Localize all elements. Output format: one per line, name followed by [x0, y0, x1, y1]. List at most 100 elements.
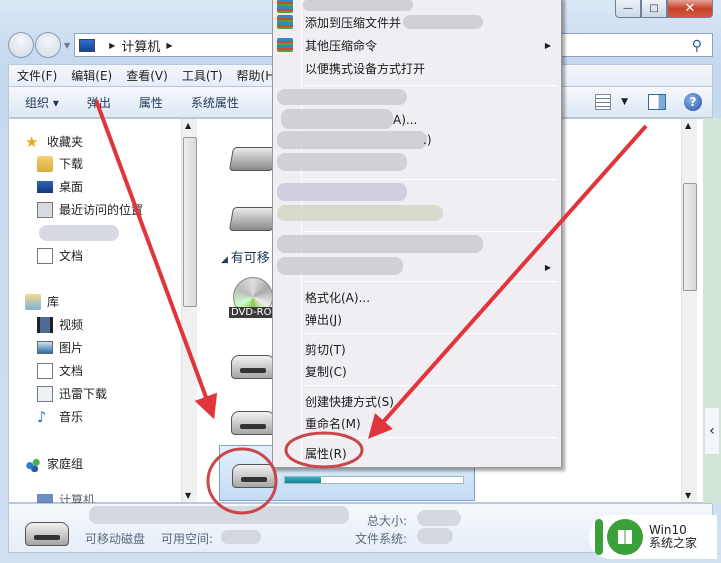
properties-button[interactable]: 属性	[139, 94, 163, 111]
scroll-down-icon[interactable]: ▼	[185, 491, 191, 500]
sidebar-item-label: 视频	[59, 318, 84, 332]
removable-storage-label: 有可移	[230, 251, 270, 266]
drive-type-text: 可移动磁盘	[85, 532, 146, 546]
redacted-menu-item	[277, 131, 427, 149]
forward-button[interactable]	[35, 32, 61, 58]
breadcrumb-separator-icon[interactable]: ▶	[166, 41, 172, 50]
hard-drive-icon[interactable]	[228, 207, 278, 231]
menu-item-add-to-archive[interactable]: 添加到压缩文件并	[305, 14, 401, 31]
sidebar-item-label: 最近访问的位置	[59, 203, 144, 217]
menu-item-rename[interactable]: 重命名(M)	[305, 415, 361, 432]
breadcrumb-computer[interactable]: 计算机	[121, 36, 160, 55]
sidebar-item-recent-places[interactable]: 最近访问的位置	[37, 201, 143, 218]
library-icon	[25, 293, 41, 310]
usb-drive-large-icon	[25, 522, 69, 546]
organize-button[interactable]: 组织 ▾	[25, 94, 59, 111]
main-scrollbar[interactable]: ▲ ▼	[681, 119, 697, 502]
sidebar-homegroup-label: 家庭组	[47, 457, 84, 471]
menu-item-redacted-a[interactable]: A)...	[393, 113, 417, 127]
redacted-drive-name	[89, 506, 349, 524]
menu-separator	[303, 385, 557, 386]
redacted-menu-item	[277, 153, 407, 171]
submenu-arrow-icon: ▶	[544, 41, 551, 50]
hard-drive-icon[interactable]	[228, 147, 278, 171]
menu-file[interactable]: 文件(F)	[17, 67, 57, 84]
free-space-label: 可用空间:	[161, 532, 214, 546]
menu-item-format[interactable]: 格式化(A)...	[305, 289, 370, 306]
menu-separator	[303, 231, 557, 232]
breadcrumb-separator-icon[interactable]: ▶	[109, 41, 115, 50]
eject-button[interactable]: 弹出	[87, 94, 111, 111]
redacted-total-size	[417, 510, 461, 526]
change-view-icon[interactable]	[595, 94, 612, 110]
close-button[interactable]: ✕	[667, 0, 713, 18]
sidebar-item-documents[interactable]: 文档	[37, 247, 83, 264]
usb-drive-icon	[232, 464, 276, 488]
menu-item-eject[interactable]: 弹出(J)	[305, 311, 342, 328]
homegroup-icon	[25, 455, 41, 472]
desktop-icon	[37, 180, 53, 193]
menu-item-cut[interactable]: 剪切(T)	[305, 341, 346, 358]
redacted-menu-item	[277, 183, 407, 201]
view-dropdown-icon[interactable]: ▼	[621, 97, 628, 107]
sidebar-item-desktop[interactable]: 桌面	[37, 178, 83, 195]
redacted-menu-item	[277, 89, 407, 105]
help-icon[interactable]: ?	[684, 93, 702, 111]
sidebar-item-videos[interactable]: 视频	[37, 316, 83, 333]
menu-view[interactable]: 查看(V)	[126, 67, 168, 84]
scroll-up-icon[interactable]: ▲	[185, 121, 191, 130]
sidebar-scrollbar[interactable]: ▲ ▼	[181, 119, 197, 502]
back-button[interactable]	[8, 32, 34, 58]
recent-pages-dropdown[interactable]: ▼	[64, 41, 70, 50]
usb-drive-icon[interactable]	[231, 411, 275, 435]
file-system-label: 文件系统:	[355, 532, 408, 546]
menu-item-properties[interactable]: 属性(R)	[305, 445, 347, 462]
menu-item-other-compress[interactable]: 其他压缩命令	[305, 37, 377, 54]
redacted-archive-name	[403, 15, 483, 29]
redacted-menu-item	[277, 235, 483, 253]
menu-tools[interactable]: 工具(T)	[182, 67, 223, 84]
submenu-arrow-icon: ▶	[544, 263, 551, 272]
sidebar-item-label: 桌面	[59, 180, 84, 194]
menu-edit[interactable]: 编辑(E)	[71, 67, 112, 84]
expand-pane-chevron-icon[interactable]: ‹	[705, 408, 719, 454]
removable-storage-header[interactable]: ◢ 有可移	[221, 247, 270, 266]
sidebar-item-music[interactable]: ♪ 音乐	[37, 408, 83, 425]
menu-separator	[303, 333, 557, 334]
search-icon[interactable]: ⚲	[692, 38, 702, 54]
sidebar-homegroup[interactable]: 家庭组	[25, 455, 83, 472]
archive-icon	[277, 0, 293, 13]
minimize-button[interactable]: —	[615, 0, 641, 18]
menu-separator	[303, 179, 557, 180]
video-icon	[37, 316, 53, 333]
sidebar-scroll-thumb[interactable]	[183, 137, 197, 307]
capacity-bar	[284, 476, 464, 484]
computer-icon	[79, 38, 96, 52]
document-icon	[37, 247, 53, 264]
menu-separator	[303, 281, 557, 282]
main-scroll-thumb[interactable]	[683, 183, 697, 291]
usb-drive-icon[interactable]	[231, 355, 275, 379]
menu-item-copy[interactable]: 复制(C)	[305, 363, 347, 380]
scroll-up-icon[interactable]: ▲	[685, 121, 691, 130]
menu-item-create-shortcut[interactable]: 创建快捷方式(S)	[305, 393, 394, 410]
sidebar-libraries[interactable]: 库	[25, 293, 59, 310]
sidebar-item-label: 文档	[59, 249, 84, 263]
sidebar-item-library-documents[interactable]: 文档	[37, 362, 83, 379]
scroll-down-icon[interactable]: ▼	[685, 491, 691, 500]
sidebar-item-pictures[interactable]: 图片	[37, 339, 83, 356]
menu-item-open-as-portable[interactable]: 以便携式设备方式打开	[305, 60, 425, 77]
sidebar-item-downloads[interactable]: 下载	[37, 155, 83, 172]
sidebar-favorites[interactable]: ★ 收藏夹	[25, 133, 83, 150]
system-properties-button[interactable]: 系统属性	[191, 94, 239, 111]
menu-item-redacted-b[interactable]: .)	[423, 133, 432, 147]
preview-pane-icon[interactable]	[648, 94, 666, 110]
preview-pane-edge: ‹	[703, 118, 721, 503]
menu-gutter	[301, 0, 302, 467]
star-icon: ★	[25, 132, 39, 151]
maximize-button[interactable]: □	[641, 0, 667, 18]
sidebar-item-thunder-downloads[interactable]: 迅雷下载	[37, 385, 107, 402]
document-icon	[37, 362, 53, 379]
library-folder-icon	[37, 385, 53, 402]
collapse-triangle-icon[interactable]: ◢	[221, 255, 231, 265]
